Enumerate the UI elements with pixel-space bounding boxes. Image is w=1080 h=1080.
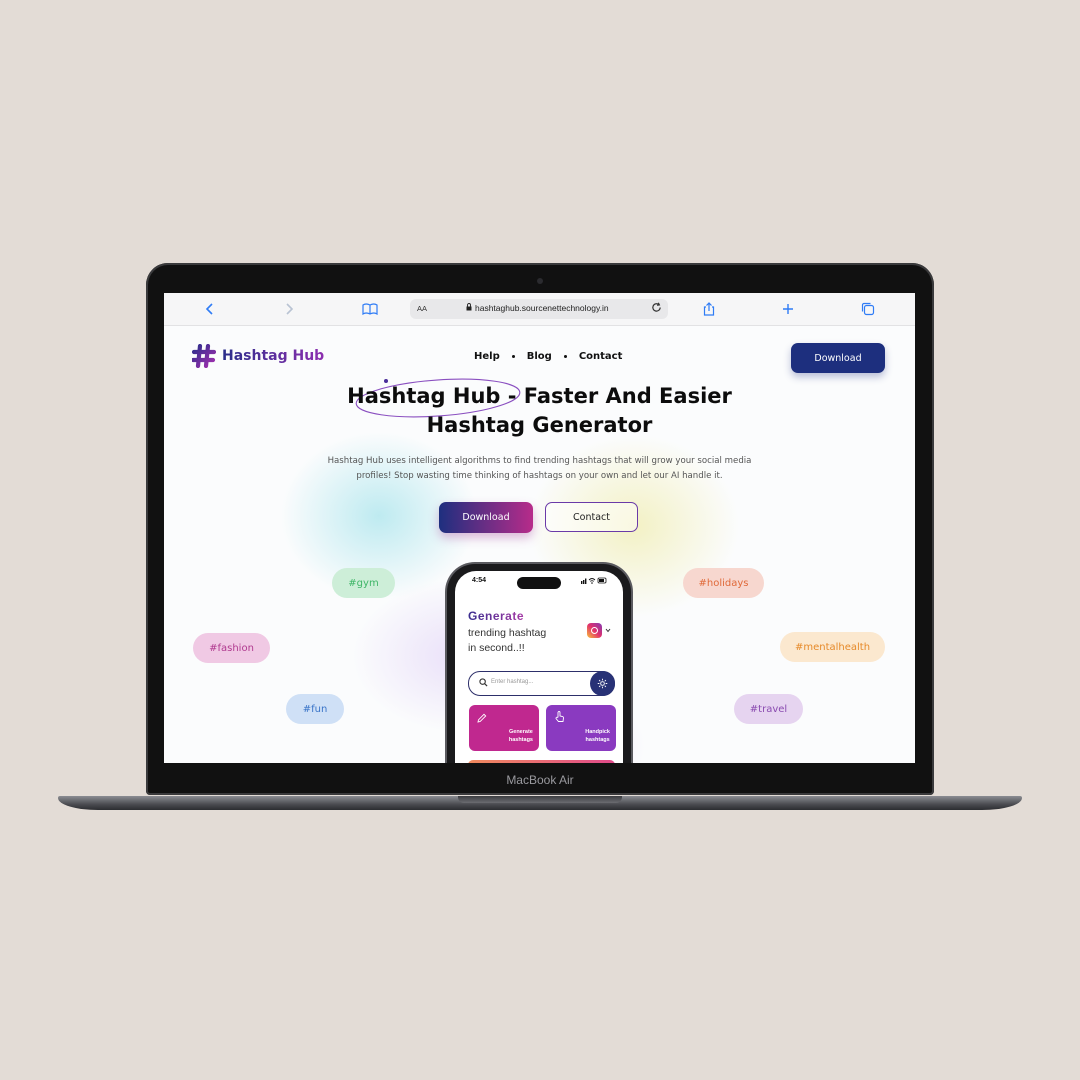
hashtag-chip-mentalhealth: #mentalhealth [780,632,885,662]
lock-icon [466,303,472,313]
card-label-line-1: Handpick [585,729,610,735]
device-label: MacBook Air [506,773,574,787]
phone-time: 4:54 [472,577,487,584]
hero-subtitle-line-2: profiles! Stop wasting time thinking of … [356,471,723,481]
reader-aa-button[interactable]: AA [417,304,427,313]
hashtag-chip-fun: #fun [286,694,344,724]
nav-separator [563,355,567,358]
hashtag-chip-fashion: #fashion [193,633,270,663]
hero-subtitle: Hashtag Hub uses intelligent algorithms … [314,454,765,484]
laptop-hinge [458,796,622,803]
handpick-hashtags-card[interactable]: Handpick hashtags [546,705,616,751]
instagram-icon[interactable] [587,623,602,638]
reload-icon[interactable] [651,302,662,315]
search-placeholder: Enter hashtag... [491,679,534,685]
web-page: Hashtag Hub Help Blog Contact Download H… [164,326,915,763]
phone-tagline: trending hashtag in second..!! [468,626,546,656]
address-bar[interactable]: AA hashtaghub.sourcenettechnology.in [410,299,668,319]
nav-separator [511,355,515,358]
browser-toolbar: AA hashtaghub.sourcenettechnology.in [164,293,915,326]
settings-button[interactable] [590,671,615,696]
hashtag-chip-travel: #travel [734,694,803,724]
chevron-down-icon[interactable] [605,628,611,633]
phone-tagline-line-1: trending hashtag [468,627,547,639]
search-icon [479,678,488,687]
hashtag-search-input[interactable]: Enter hashtag... [468,671,615,696]
dynamic-island [517,577,561,589]
nav-help[interactable]: Help [474,351,500,362]
generate-hashtags-card[interactable]: Generate hashtags [469,705,539,751]
phone-tagline-line-2: in second..!! [468,642,525,654]
bookmarks-icon[interactable] [360,299,380,319]
hero-title-line-2: Hashtag Generator [426,413,653,437]
nav-contact[interactable]: Contact [579,351,623,362]
card-label-line-2: hashtags [585,737,610,743]
tabs-icon[interactable] [858,299,878,319]
main-nav: Help Blog Contact [474,351,622,362]
hero-subtitle-line-1: Hashtag Hub uses intelligent algorithms … [327,456,752,466]
camera [537,278,543,284]
site-logo[interactable]: Hashtag Hub [192,344,324,368]
generate-hashtags-label: Generate hashtags [509,728,533,744]
gear-icon [597,678,608,689]
hero-title: Hashtag Hub - Faster And Easier Hashtag … [164,382,915,440]
card-label-line-1: Generate [508,729,533,735]
nav-blog[interactable]: Blog [527,351,552,362]
phone-status-icons [581,577,607,586]
hand-pointer-icon [555,711,564,722]
laptop-screen: AA hashtaghub.sourcenettechnology.in Has… [164,293,915,763]
hero-download-button[interactable]: Download [439,502,533,533]
header-download-button[interactable]: Download [791,343,885,373]
hashtag-chip-holidays: #holidays [683,568,764,598]
back-icon[interactable] [200,299,220,319]
phone-screen: 4:54 Generate trending hashtag in second… [455,571,623,763]
next-card-peek [468,760,615,763]
card-label-line-2: hashtags [508,737,533,743]
forward-icon[interactable] [279,299,299,319]
generate-heading: Generate [468,609,525,623]
signal-wifi-battery-icon [581,577,607,584]
new-tab-icon[interactable] [778,299,798,319]
hashtag-logo-icon [192,344,216,368]
handpick-hashtags-label: Handpick hashtags [585,728,610,744]
phone-mockup: 4:54 Generate trending hashtag in second… [447,564,631,763]
share-icon[interactable] [699,299,719,319]
site-name: Hashtag Hub [222,348,325,364]
hero-contact-button[interactable]: Contact [545,502,638,532]
hero-title-line-1: Hashtag Hub - Faster And Easier [347,384,732,408]
hashtag-chip-gym: #gym [332,568,395,598]
pencil-icon [477,713,487,723]
url-text: hashtaghub.sourcenettechnology.in [475,303,609,313]
